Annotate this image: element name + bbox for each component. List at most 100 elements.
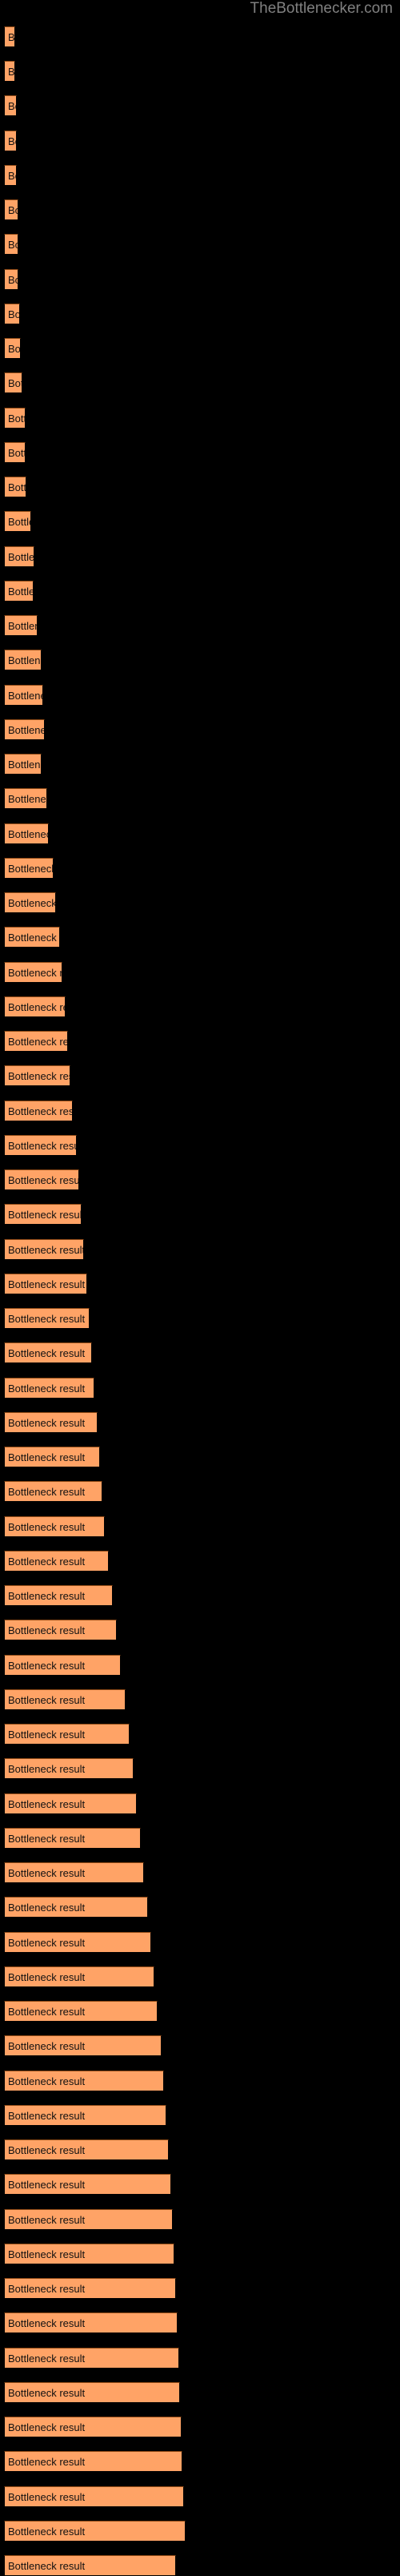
- bar-label: Bottleneck result: [8, 1347, 86, 1359]
- bar[interactable]: Bottleneck result: [4, 2035, 162, 2056]
- bar-row: Bottleneck result: [0, 2035, 400, 2056]
- bar[interactable]: Bottleneck result: [4, 2244, 174, 2264]
- bar-row: Bottleneck result: [0, 2105, 400, 2126]
- bar-label: Bottleneck result: [8, 1105, 73, 1117]
- bar[interactable]: Bottleneck result: [4, 199, 18, 220]
- bar[interactable]: Bottleneck result: [4, 1862, 144, 1883]
- bar-row: Bottleneck result: [0, 1758, 400, 1779]
- bar[interactable]: Bottleneck result: [4, 477, 26, 497]
- bar[interactable]: Bottleneck result: [4, 1897, 148, 1918]
- bar-row: Bottleneck result: [0, 1447, 400, 1467]
- bar[interactable]: Bottleneck result: [4, 1655, 121, 1676]
- bar[interactable]: Bottleneck result: [4, 2521, 186, 2542]
- bar-row: Bottleneck result: [0, 1135, 400, 1156]
- bar[interactable]: Bottleneck result: [4, 1447, 100, 1467]
- bar[interactable]: Bottleneck result: [4, 2555, 176, 2576]
- bar[interactable]: Bottleneck result: [4, 1274, 87, 1294]
- bar[interactable]: Bottleneck result: [4, 1758, 134, 1779]
- bar-row: Bottleneck result: [0, 2209, 400, 2230]
- bar[interactable]: Bottleneck result: [4, 788, 47, 809]
- bar[interactable]: Bottleneck result: [4, 719, 45, 740]
- bar[interactable]: Bottleneck result: [4, 372, 22, 393]
- bar[interactable]: Bottleneck result: [4, 1551, 109, 1572]
- bar[interactable]: Bottleneck result: [4, 2417, 182, 2437]
- bar[interactable]: Bottleneck result: [4, 892, 56, 913]
- bar[interactable]: Bottleneck result: [4, 1169, 79, 1190]
- bar[interactable]: Bottleneck result: [4, 1585, 113, 1606]
- bar-row: Bottleneck result: [0, 858, 400, 879]
- bar[interactable]: Bottleneck result: [4, 2071, 164, 2091]
- bar[interactable]: Bottleneck result: [4, 1031, 68, 1052]
- bar[interactable]: Bottleneck result: [4, 581, 34, 602]
- bar[interactable]: Bottleneck result: [4, 1932, 151, 1953]
- bar[interactable]: Bottleneck result: [4, 927, 60, 948]
- bar[interactable]: Bottleneck result: [4, 1065, 70, 1086]
- bar-row: Bottleneck result: [0, 1204, 400, 1225]
- bar[interactable]: Bottleneck result: [4, 1481, 102, 1502]
- bar[interactable]: Bottleneck result: [4, 2174, 171, 2195]
- bar[interactable]: Bottleneck result: [4, 61, 15, 82]
- bar[interactable]: Bottleneck result: [4, 131, 17, 151]
- bar-row: Bottleneck result: [0, 131, 400, 151]
- bar-row: Bottleneck result: [0, 408, 400, 429]
- bar-label: Bottleneck result: [8, 2075, 86, 2087]
- bar[interactable]: Bottleneck result: [4, 408, 26, 429]
- bar-row: Bottleneck result: [0, 234, 400, 255]
- bar[interactable]: Bottleneck result: [4, 754, 42, 775]
- bar[interactable]: Bottleneck result: [4, 2209, 173, 2230]
- bar-row: Bottleneck result: [0, 2139, 400, 2160]
- bar-label: Bottleneck result: [8, 1521, 86, 1533]
- bar-label: Bottleneck result: [8, 1001, 65, 1013]
- bar[interactable]: Bottleneck result: [4, 2348, 179, 2369]
- bar-label: Bottleneck result: [8, 274, 18, 286]
- bar[interactable]: Bottleneck result: [4, 1135, 77, 1156]
- bar[interactable]: Bottleneck result: [4, 858, 54, 879]
- bar[interactable]: Bottleneck result: [4, 95, 17, 116]
- bar[interactable]: Bottleneck result: [4, 1412, 98, 1433]
- bar[interactable]: Bottleneck result: [4, 1342, 92, 1363]
- bar[interactable]: Bottleneck result: [4, 685, 43, 706]
- bar[interactable]: Bottleneck result: [4, 650, 42, 670]
- bar-row: Bottleneck result: [0, 304, 400, 324]
- bar[interactable]: Bottleneck result: [4, 1239, 84, 1260]
- bar[interactable]: Bottleneck result: [4, 2278, 176, 2299]
- bar[interactable]: Bottleneck result: [4, 442, 26, 463]
- bar[interactable]: Bottleneck result: [4, 2312, 178, 2333]
- bar[interactable]: Bottleneck result: [4, 1516, 105, 1537]
- bar[interactable]: Bottleneck result: [4, 996, 66, 1017]
- bar[interactable]: Bottleneck result: [4, 511, 31, 532]
- bar-row: Bottleneck result: [0, 719, 400, 740]
- bar[interactable]: Bottleneck result: [4, 26, 15, 47]
- bar[interactable]: Bottleneck result: [4, 1308, 90, 1329]
- bar[interactable]: Bottleneck result: [4, 1204, 82, 1225]
- bar[interactable]: Bottleneck result: [4, 1724, 130, 1745]
- bar-row: Bottleneck result: [0, 1689, 400, 1710]
- bar[interactable]: Bottleneck result: [4, 1828, 141, 1849]
- bar[interactable]: Bottleneck result: [4, 2139, 169, 2160]
- bar[interactable]: Bottleneck result: [4, 2105, 166, 2126]
- bar-row: Bottleneck result: [0, 1342, 400, 1363]
- bar[interactable]: Bottleneck result: [4, 2451, 182, 2472]
- bar[interactable]: Bottleneck result: [4, 2486, 184, 2507]
- bar-label: Bottleneck result: [8, 2560, 86, 2572]
- bar-label: Bottleneck result: [8, 1867, 86, 1879]
- bar[interactable]: Bottleneck result: [4, 962, 62, 983]
- bar[interactable]: Bottleneck result: [4, 1966, 154, 1987]
- bar[interactable]: Bottleneck result: [4, 269, 18, 290]
- bar[interactable]: Bottleneck result: [4, 1620, 117, 1640]
- bar[interactable]: Bottleneck result: [4, 1689, 126, 1710]
- bar[interactable]: Bottleneck result: [4, 234, 18, 255]
- bar[interactable]: Bottleneck result: [4, 1793, 137, 1814]
- bar-label: Bottleneck result: [8, 620, 37, 632]
- bar[interactable]: Bottleneck result: [4, 2001, 158, 2022]
- bar[interactable]: Bottleneck result: [4, 304, 20, 324]
- bar[interactable]: Bottleneck result: [4, 823, 49, 844]
- bar-label: Bottleneck result: [8, 1902, 86, 1914]
- bar[interactable]: Bottleneck result: [4, 1378, 94, 1399]
- bar[interactable]: Bottleneck result: [4, 338, 21, 359]
- bar[interactable]: Bottleneck result: [4, 1101, 73, 1121]
- bar[interactable]: Bottleneck result: [4, 615, 38, 636]
- bar[interactable]: Bottleneck result: [4, 165, 17, 186]
- bar[interactable]: Bottleneck result: [4, 546, 34, 567]
- bar[interactable]: Bottleneck result: [4, 2382, 180, 2403]
